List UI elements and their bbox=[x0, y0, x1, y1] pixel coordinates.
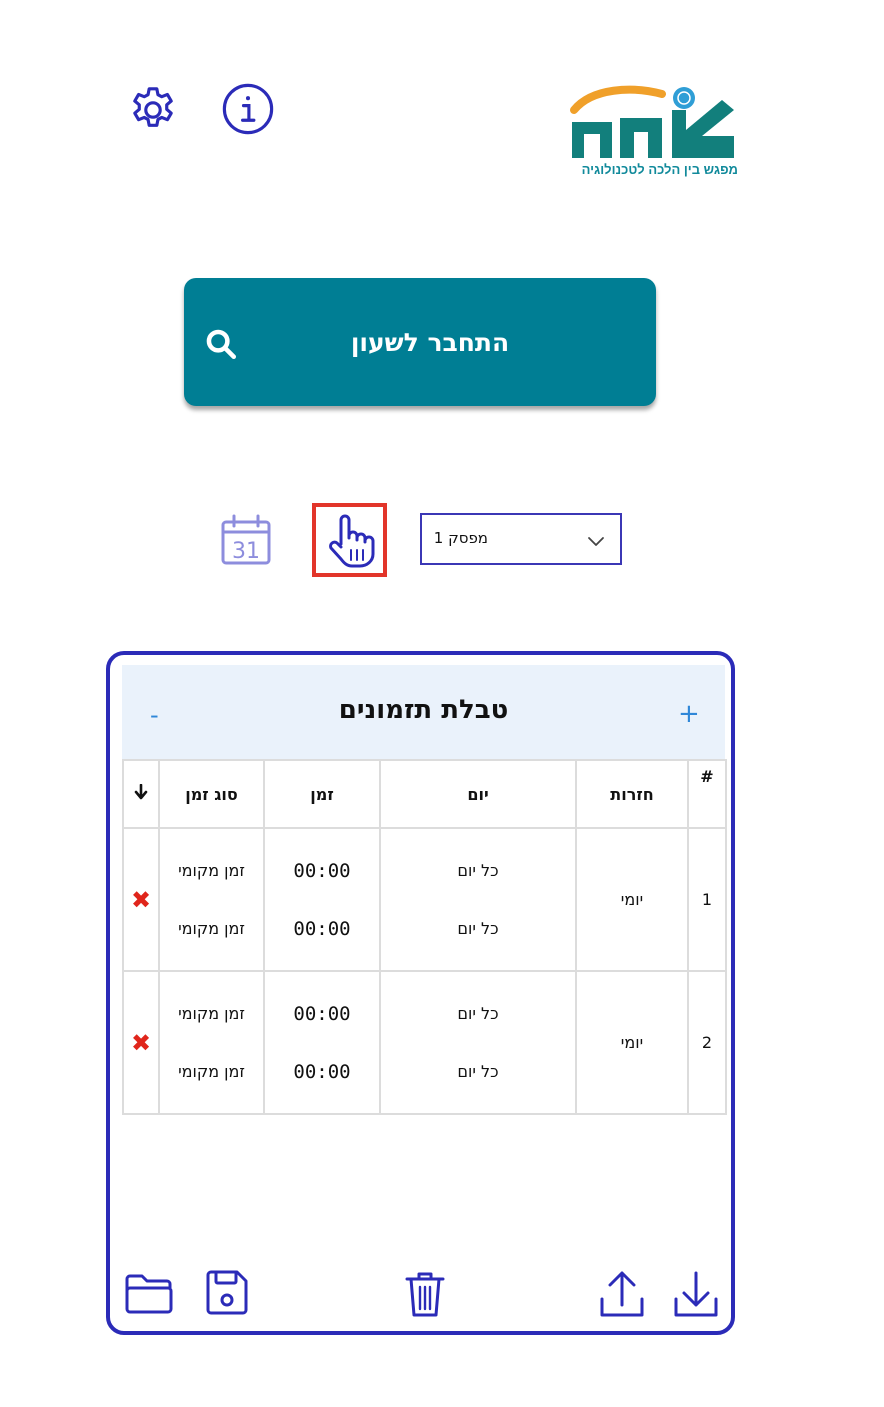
repeat-cell[interactable]: יומי bbox=[575, 970, 689, 1115]
schedule-header: - טבלת תזמונים + bbox=[122, 665, 725, 761]
column-header-day: יום bbox=[379, 759, 577, 829]
day-cell[interactable]: כל יום כל יום bbox=[379, 827, 577, 972]
column-header-action[interactable] bbox=[122, 759, 160, 829]
repeat-cell[interactable]: יומי bbox=[575, 827, 689, 972]
upload-icon[interactable] bbox=[598, 1269, 646, 1319]
column-header-repeat: חזרות bbox=[575, 759, 689, 829]
time-type-cell[interactable]: זמן מקומי זמן מקומי bbox=[158, 827, 265, 972]
delete-row-button[interactable]: ✖ bbox=[122, 970, 160, 1115]
trash-icon[interactable] bbox=[404, 1269, 446, 1319]
time-type-cell[interactable]: זמן מקומי זמן מקומי bbox=[158, 970, 265, 1115]
arrow-down-icon bbox=[134, 784, 148, 800]
folder-icon[interactable] bbox=[124, 1269, 176, 1315]
info-icon[interactable] bbox=[221, 82, 275, 136]
hand-pointer-icon bbox=[329, 514, 375, 568]
time-cell[interactable]: 00:00 00:00 bbox=[263, 827, 381, 972]
delete-x-icon: ✖ bbox=[130, 885, 152, 914]
switch-select[interactable]: מפסק 1 bbox=[420, 513, 622, 565]
search-icon bbox=[206, 329, 237, 360]
column-header-number: # bbox=[687, 759, 727, 829]
add-row-button[interactable]: + bbox=[678, 699, 700, 729]
schedule-panel: - טבלת תזמונים + סוג זמן זמן יום חזרות #… bbox=[106, 651, 735, 1335]
day-value: כל יום bbox=[457, 1003, 499, 1023]
time-type-value: זמן מקומי bbox=[178, 1003, 245, 1023]
delete-x-icon: ✖ bbox=[130, 1028, 152, 1057]
schedule-table: סוג זמן זמן יום חזרות # ✖ זמן מקומי זמן מ… bbox=[122, 759, 727, 1115]
save-icon[interactable] bbox=[204, 1269, 250, 1317]
column-header-time: זמן bbox=[263, 759, 381, 829]
row-number: 1 bbox=[687, 827, 727, 972]
time-value: 00:00 bbox=[293, 917, 351, 940]
time-value: 00:00 bbox=[293, 1060, 351, 1083]
delete-row-button[interactable]: ✖ bbox=[122, 827, 160, 972]
table-row: ✖ זמן מקומי זמן מקומי 00:00 00:00 כל יום כל… bbox=[122, 970, 727, 1115]
day-value: כל יום bbox=[457, 1061, 499, 1081]
table-header-row: סוג זמן זמן יום חזרות # bbox=[122, 759, 727, 829]
time-type-value: זמן מקומי bbox=[178, 1061, 245, 1081]
connect-button-label: התחבר לשעון bbox=[350, 327, 510, 357]
time-cell[interactable]: 00:00 00:00 bbox=[263, 970, 381, 1115]
day-value: כל יום bbox=[457, 918, 499, 938]
time-value: 00:00 bbox=[293, 1002, 351, 1025]
download-icon[interactable] bbox=[672, 1269, 720, 1319]
row-number: 2 bbox=[687, 970, 727, 1115]
day-value: כל יום bbox=[457, 860, 499, 880]
gear-icon[interactable] bbox=[126, 83, 180, 137]
switch-select-value: מפסק 1 bbox=[433, 529, 488, 547]
schedule-title: טבלת תזמונים bbox=[338, 695, 509, 725]
manual-mode-button[interactable] bbox=[312, 503, 387, 577]
time-type-value: זמן מקומי bbox=[178, 918, 245, 938]
connect-to-clock-button[interactable]: התחבר לשעון bbox=[184, 278, 656, 406]
column-header-time-type: סוג זמן bbox=[158, 759, 265, 829]
calendar-icon[interactable]: 31 bbox=[220, 514, 272, 566]
calendar-day: 31 bbox=[232, 539, 260, 564]
table-row: ✖ זמן מקומי זמן מקומי 00:00 00:00 כל יום כל… bbox=[122, 827, 727, 972]
chevron-down-icon bbox=[588, 537, 604, 546]
time-value: 00:00 bbox=[293, 859, 351, 882]
day-cell[interactable]: כל יום כל יום bbox=[379, 970, 577, 1115]
logo-tagline: מפגש בין הלכה לטכנולוגיה bbox=[581, 162, 738, 177]
time-type-value: זמן מקומי bbox=[178, 860, 245, 880]
